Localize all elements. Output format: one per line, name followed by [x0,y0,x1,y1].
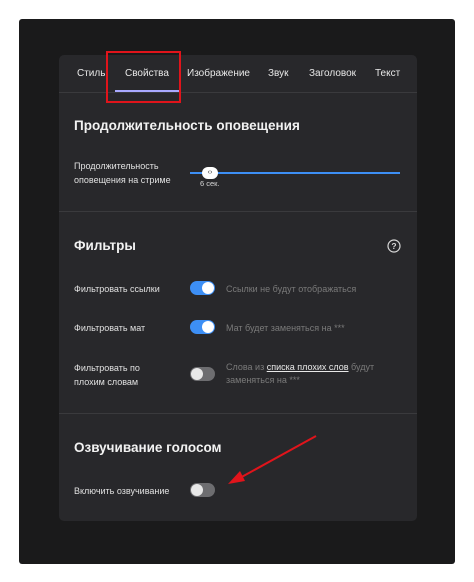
duration-slider-label: Продолжительность оповещения на стриме [74,161,171,185]
tab-highlight-box [106,51,181,103]
filter-links-desc: Ссылки не будут отображаться [226,284,357,294]
tab-text[interactable]: Текст [375,55,400,92]
filter-bad-words-desc: Слова из списка плохих слов будут заменя… [226,361,396,387]
toggle-knob [191,368,203,380]
toggle-knob [202,321,214,333]
bad-words-list-link[interactable]: списка плохих слов [267,362,349,372]
tab-sound[interactable]: Звук [268,55,289,92]
duration-section-title: Продолжительность оповещения [74,118,300,133]
duration-slider-thumb[interactable]: ‹› [202,167,218,179]
voice-toggle-label: Включить озвучивание [74,486,170,496]
filter-profanity-desc: Мат будет заменяться на *** [226,323,345,333]
filter-profanity-toggle[interactable] [190,320,215,334]
help-icon[interactable]: ? [387,239,401,253]
desc-text: Слова из [226,362,267,372]
duration-slider[interactable] [190,172,400,174]
voice-toggle[interactable] [190,483,215,497]
filter-bad-words-label: Фильтровать по плохим словам [74,363,140,387]
tab-title[interactable]: Заголовок [309,55,356,92]
settings-panel: Стиль Свойства Изображение Звук Заголово… [59,55,417,521]
toggle-knob [191,484,203,496]
tab-image[interactable]: Изображение [187,55,250,92]
voice-section-title: Озвучивание голосом [74,440,222,455]
filters-section-title: Фильтры [74,238,136,253]
divider [59,211,417,212]
filter-links-label: Фильтровать ссылки [74,284,160,294]
filter-profanity-label: Фильтровать мат [74,323,146,333]
filter-bad-words-toggle[interactable] [190,367,215,381]
duration-slider-value: 6 сек. [200,179,220,188]
svg-text:?: ? [391,241,396,251]
tab-style[interactable]: Стиль [77,55,105,92]
toggle-knob [202,282,214,294]
filter-links-toggle[interactable] [190,281,215,295]
divider [59,413,417,414]
